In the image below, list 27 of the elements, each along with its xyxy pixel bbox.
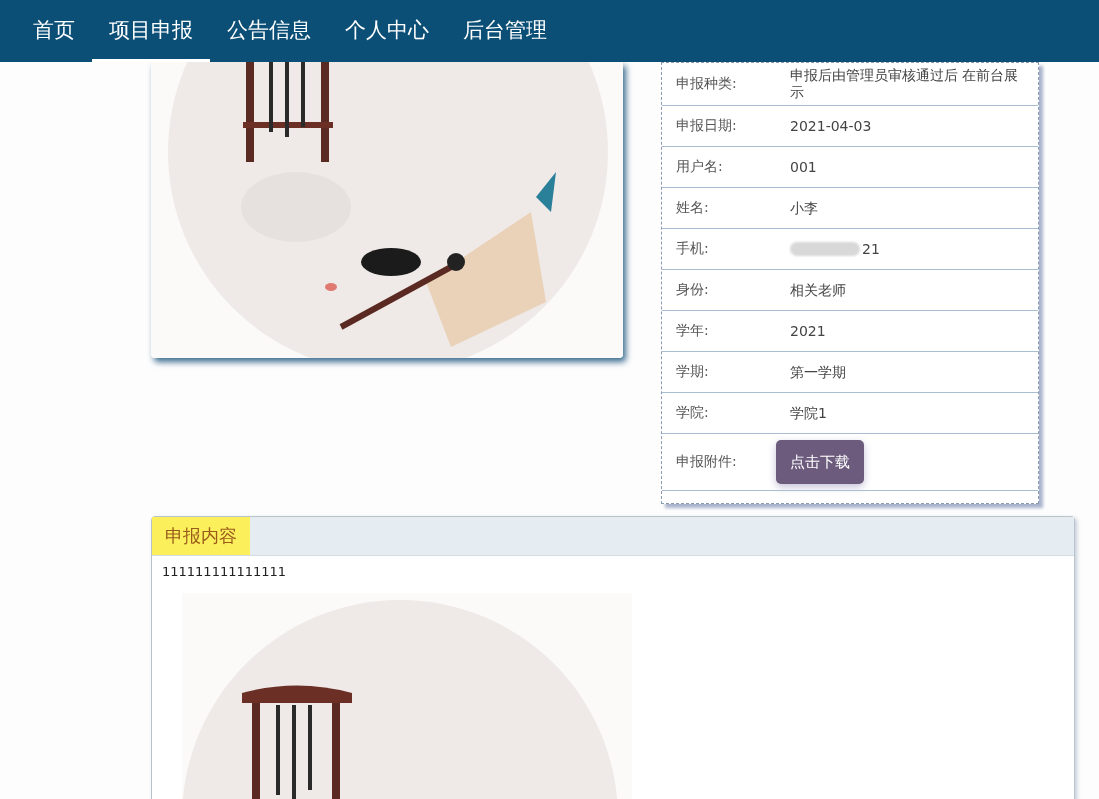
field-value: 2021 — [790, 321, 827, 341]
field-label: 学院: — [675, 404, 710, 422]
field-value: 学院1 — [790, 403, 828, 423]
nav-link[interactable]: 公告信息 — [210, 0, 328, 62]
field-label: 姓名: — [675, 199, 710, 217]
nav-link[interactable]: 个人中心 — [328, 0, 446, 62]
field-label: 手机: — [675, 240, 710, 258]
field-label: 申报种类: — [675, 75, 738, 93]
panel-tab[interactable]: 申报内容 — [152, 517, 250, 555]
download-button[interactable]: 点击下载 — [776, 440, 864, 484]
nav-link[interactable]: 首页 — [16, 0, 92, 62]
content-text: 111111111111111 — [162, 564, 288, 579]
nav-link[interactable]: 后台管理 — [446, 0, 564, 62]
field-label: 用户名: — [675, 158, 724, 176]
field-label: 申报附件: — [675, 453, 738, 471]
blurred-mark — [790, 242, 860, 256]
field-value: 相关老师 — [790, 280, 847, 300]
field-label: 申报日期: — [675, 117, 738, 135]
field-value: 第一学期 — [790, 362, 847, 382]
field-value: 小李 — [790, 198, 819, 218]
field-label: 学期: — [675, 363, 710, 381]
field-label: 学年: — [675, 322, 710, 340]
field-value: 001 — [790, 157, 818, 177]
field-value: 申报后由管理员审核通过后 在前台展示 — [790, 66, 1020, 102]
field-value: 21 — [862, 240, 880, 258]
field-value: 2021-04-03 — [790, 116, 873, 136]
field-label: 身份: — [675, 281, 710, 299]
